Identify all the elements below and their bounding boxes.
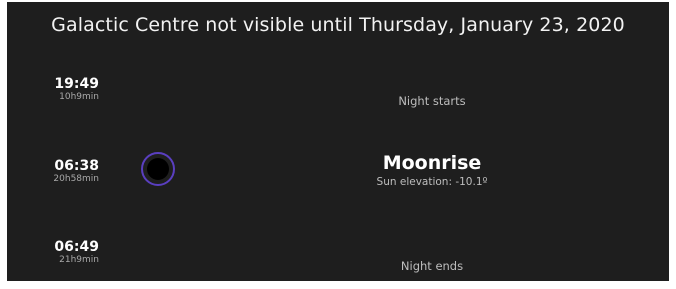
- timeline-panel: Galactic Centre not visible until Thursd…: [7, 2, 669, 281]
- event-time: 06:38: [54, 158, 99, 174]
- timeline-row-night-starts: 19:49 10h9min Night starts: [7, 76, 669, 126]
- event-title: Night ends: [400, 259, 464, 273]
- moon-icon: [141, 152, 175, 186]
- event-label: Night starts: [337, 94, 527, 108]
- event-duration: 21h9min: [59, 255, 99, 265]
- event-duration: 10h9min: [59, 92, 99, 102]
- page-title: Galactic Centre not visible until Thursd…: [51, 14, 625, 36]
- time-block: 06:49 21h9min: [7, 239, 99, 266]
- time-block: 06:38 20h58min: [7, 158, 99, 185]
- timeline-row-night-ends: 06:49 21h9min Night ends: [7, 239, 669, 289]
- event-time: 06:49: [54, 239, 99, 255]
- timeline-row-moonrise: 06:38 20h58min Moonrise Sun elevation: -…: [7, 152, 669, 202]
- event-duration: 20h58min: [53, 174, 99, 184]
- event-title: Moonrise: [382, 152, 482, 174]
- event-title: Night starts: [398, 94, 466, 108]
- moon-phase-shadow: [147, 158, 169, 180]
- time-block: 19:49 10h9min: [7, 76, 99, 103]
- sun-elevation: Sun elevation: -10.1º: [376, 176, 488, 188]
- event-label: Night ends: [337, 259, 527, 273]
- event-label: Moonrise Sun elevation: -10.1º: [337, 152, 527, 188]
- event-time: 19:49: [54, 76, 99, 92]
